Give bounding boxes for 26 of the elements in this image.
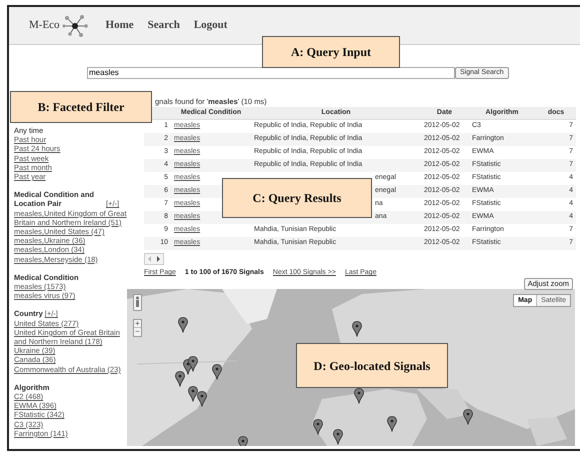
logo-text: M-Eco [29, 18, 60, 34]
map-pin-icon[interactable] [188, 386, 198, 402]
nav-link[interactable]: Search [148, 17, 180, 34]
map-pin-icon[interactable] [463, 409, 473, 425]
nav-link[interactable]: Logout [194, 17, 228, 34]
map-pin-icon[interactable] [352, 321, 362, 337]
zoom-in-button[interactable]: + [134, 320, 141, 328]
callout-label: A: Query Input [262, 36, 400, 68]
callout-label: D: Geo-located Signals [296, 343, 448, 388]
map-pin-icon[interactable] [197, 391, 207, 407]
callout-label: C: Query Results [222, 178, 372, 218]
callout-label: B: Faceted Filter [10, 91, 152, 123]
network-logo-icon [62, 14, 88, 38]
map-pin-icon[interactable] [313, 419, 323, 435]
map-pin-icon[interactable] [188, 356, 198, 372]
map-pin-icon[interactable] [354, 388, 364, 404]
map-pin-icon[interactable] [387, 416, 397, 432]
map-pin-icon[interactable] [212, 364, 222, 380]
map-pin-icon[interactable] [333, 429, 343, 445]
nav-link[interactable]: Home [106, 17, 134, 34]
search-field[interactable]: measles [87, 66, 455, 78]
zoom-out-button[interactable]: − [134, 328, 141, 336]
street-view-person-icon[interactable] [133, 294, 142, 311]
scroll-right-icon[interactable] [154, 254, 163, 264]
map-pin-icon[interactable] [175, 371, 185, 387]
map-pin-icon[interactable] [178, 317, 188, 333]
